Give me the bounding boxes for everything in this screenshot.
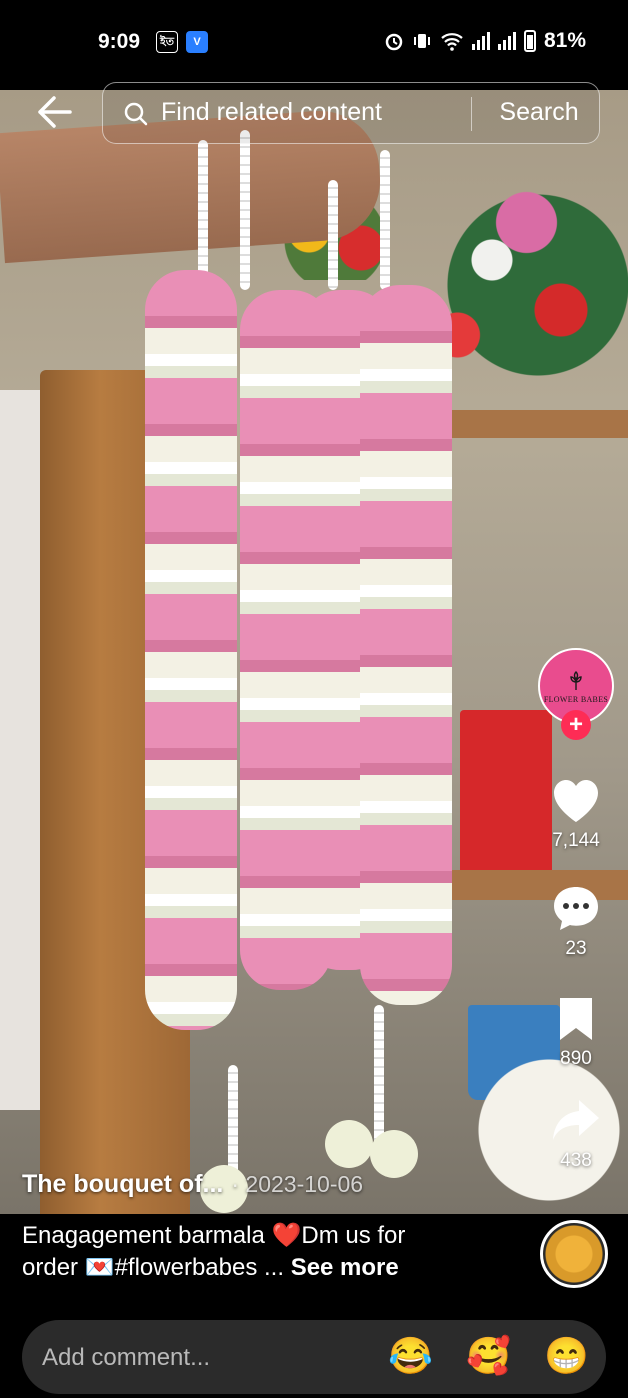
- music-disc[interactable]: [540, 1220, 608, 1288]
- avatar-brand-text: FLOWER BABES: [543, 694, 609, 704]
- pearl-string: [374, 1005, 384, 1145]
- share-count: 438: [560, 1150, 592, 1171]
- save-button[interactable]: 890: [528, 996, 624, 1070]
- emoji-love-button[interactable]: 🥰: [466, 1336, 511, 1376]
- heart-icon: [554, 780, 598, 822]
- wifi-icon: [441, 33, 463, 51]
- alarm-icon: [385, 33, 403, 51]
- status-bar: 9:09 ইত V 81%: [0, 0, 628, 90]
- background-shelf: [440, 410, 628, 438]
- pearl-string: [198, 140, 208, 290]
- like-count: 7,144: [552, 830, 600, 851]
- post-date: · 2023-10-06: [231, 1171, 364, 1197]
- flower-garland: [145, 270, 237, 1030]
- post-author-row: The bouquet of... · 2023-10-06: [22, 1170, 363, 1199]
- post-author[interactable]: The bouquet of...: [22, 1170, 223, 1199]
- flower-garland: [360, 285, 452, 1005]
- caption-line: Enagagement barmala ❤️Dm us for: [22, 1222, 406, 1249]
- caption-line: order 💌#flowerbabes ... See more: [22, 1252, 522, 1284]
- battery-icon: [523, 30, 536, 52]
- top-bar: Find related content Search: [0, 82, 628, 144]
- comment-count: 23: [565, 938, 587, 959]
- signal-icon: [471, 32, 490, 50]
- sim-icon: ইত: [156, 31, 178, 53]
- share-arrow-icon: [553, 1100, 599, 1140]
- flower-logo-icon: [570, 670, 582, 690]
- search-icon: [124, 102, 148, 126]
- signal-icon: [497, 32, 516, 50]
- search-bar[interactable]: Find related content Search: [102, 82, 600, 144]
- comment-button[interactable]: 23: [528, 884, 624, 960]
- share-button[interactable]: 438: [528, 1098, 624, 1172]
- battery-level: 81%: [543, 29, 586, 52]
- status-left-icons: ইত V: [156, 31, 208, 53]
- status-right-icons: 81%: [384, 29, 586, 53]
- post-caption[interactable]: Enagagement barmala ❤️Dm us for order 💌#…: [22, 1220, 522, 1284]
- status-time: 9:09: [98, 30, 141, 53]
- pearl-string: [328, 180, 338, 290]
- search-input[interactable]: Find related content: [161, 98, 382, 127]
- garland-tassel: [325, 1120, 373, 1168]
- bookmark-icon: [560, 998, 592, 1040]
- vibrate-icon: [413, 34, 430, 48]
- save-count: 890: [560, 1048, 592, 1069]
- back-arrow-icon[interactable]: [34, 94, 74, 130]
- like-button[interactable]: 7,144: [528, 778, 624, 852]
- caption-text: order 💌#flowerbabes ...: [22, 1254, 285, 1281]
- app-icon: V: [186, 31, 208, 53]
- comment-placeholder: Add comment...: [42, 1344, 211, 1371]
- search-button[interactable]: Search: [487, 98, 591, 127]
- garland-tassel: [370, 1130, 418, 1178]
- see-more-link[interactable]: See more: [291, 1254, 399, 1281]
- follow-button[interactable]: +: [561, 710, 591, 740]
- emoji-laugh-button[interactable]: 😂: [388, 1336, 433, 1376]
- comment-icon: [554, 887, 598, 930]
- pearl-string: [380, 150, 390, 290]
- search-divider: [471, 97, 472, 131]
- pearl-string: [240, 130, 250, 290]
- emoji-grin-button[interactable]: 😁: [544, 1336, 589, 1376]
